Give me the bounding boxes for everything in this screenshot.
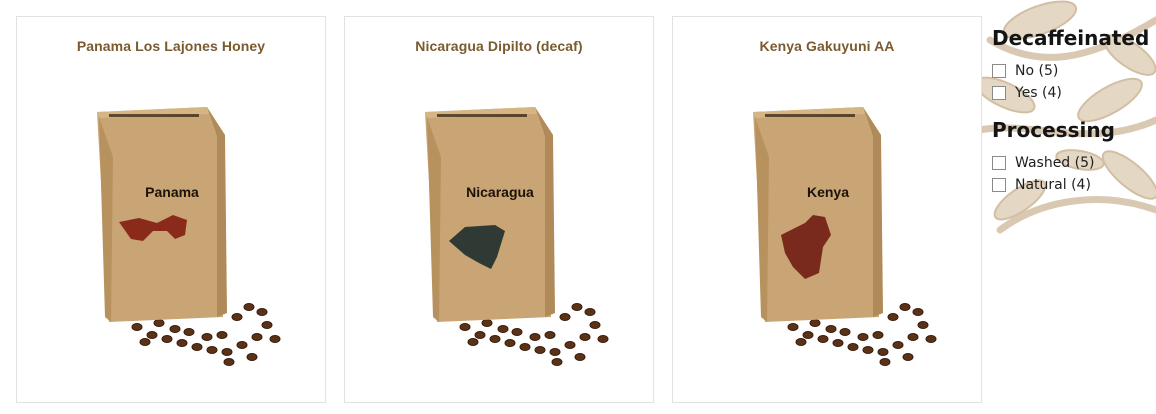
filter-option-no[interactable]: No (5): [992, 60, 1152, 82]
filter-sidebar: Decaffeinated No (5) Yes (4) Processing …: [992, 26, 1152, 210]
processing-filter: Processing Washed (5) Natural (4): [992, 118, 1152, 196]
product-card[interactable]: Panama Los Lajones Honey Panama: [16, 16, 326, 403]
bag: [425, 107, 555, 322]
filter-title-processing: Processing: [992, 118, 1115, 142]
filter-option-label[interactable]: Yes (4): [1015, 85, 1062, 101]
coffee-bag-image[interactable]: [17, 17, 327, 404]
checkbox[interactable]: [992, 156, 1006, 170]
filter-option-label[interactable]: No (5): [1015, 63, 1058, 79]
bag-label: Panama: [145, 184, 199, 200]
checkbox[interactable]: [992, 178, 1006, 192]
filter-option-label[interactable]: Washed (5): [1015, 155, 1094, 171]
checkbox[interactable]: [992, 86, 1006, 100]
bag: [753, 107, 883, 322]
filter-option-yes[interactable]: Yes (4): [992, 82, 1152, 104]
filter-title-decaffeinated: Decaffeinated: [992, 26, 1150, 50]
checkbox[interactable]: [992, 64, 1006, 78]
bag: [97, 107, 227, 322]
decaffeinated-filter: Decaffeinated No (5) Yes (4): [992, 26, 1152, 104]
product-card[interactable]: Kenya Gakuyuni AA Kenya: [672, 16, 982, 403]
filter-option-natural[interactable]: Natural (4): [992, 174, 1152, 196]
filter-option-washed[interactable]: Washed (5): [992, 152, 1152, 174]
bag-label: Kenya: [806, 184, 850, 200]
bag-label: Nicaragua: [466, 184, 534, 200]
coffee-bag-image[interactable]: [345, 17, 655, 404]
coffee-bag-image[interactable]: [673, 17, 983, 404]
product-card[interactable]: Nicaragua Dipilto (decaf) Nicaragua: [344, 16, 654, 403]
filter-option-label[interactable]: Natural (4): [1015, 177, 1091, 193]
